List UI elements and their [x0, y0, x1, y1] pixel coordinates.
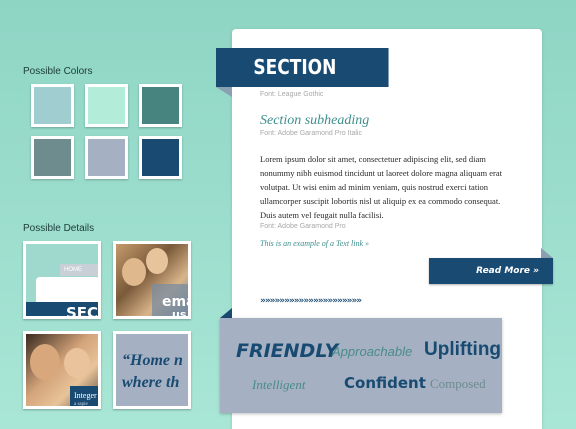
words-box-fold	[220, 308, 232, 318]
heading-font-note: Font: League Gothic	[260, 91, 324, 98]
home-tab: HOME	[60, 264, 98, 276]
heading-banner-fold	[216, 87, 232, 97]
detail-tile-mother-child-photo: Integer a sapie	[23, 331, 101, 409]
detail-tile-children-photo: emai us	[113, 241, 191, 319]
quote-line-1: “Home n	[122, 352, 183, 369]
child-face	[64, 348, 90, 378]
body-font-note: Font: Adobe Garamond Pro	[260, 223, 346, 230]
child-face-1	[122, 258, 146, 286]
section-subheading: Section subheading	[260, 113, 370, 128]
word-approachable: Approachable	[332, 344, 413, 359]
body-paragraph: Lorem ipsum dolor sit amet, consectetuer…	[260, 154, 502, 220]
detail-tile-web-layout: HOME SECT	[23, 241, 101, 319]
mother-face	[30, 344, 60, 380]
read-more-button[interactable]: Read More »	[429, 258, 553, 284]
word-confident: Confident	[344, 374, 426, 392]
color-swatch-mint	[85, 84, 128, 127]
tile-heading-strip: SECT	[26, 302, 98, 316]
word-uplifting: Uplifting	[424, 339, 502, 360]
subheading-font-note: Font: Adobe Garamond Pro Italic	[260, 130, 362, 137]
possible-details-title: Possible Details	[23, 223, 95, 234]
word-intelligent: Intelligent	[252, 377, 306, 392]
caption-line-2: a sapie	[74, 402, 88, 407]
word-friendly: FRIENDLY	[236, 340, 339, 362]
word-composed: Composed	[430, 376, 486, 391]
color-swatch-teal	[139, 84, 182, 127]
child-face-2	[146, 248, 168, 274]
overlay-text-us: us	[172, 308, 187, 319]
section-heading: SECTION HEADING	[216, 48, 389, 118]
chevron-divider: »»»»»»»»»»»»»»»»»»»»»	[260, 296, 362, 306]
possible-colors-title: Possible Colors	[23, 66, 93, 77]
example-text-link[interactable]: This is an example of a Text link »	[260, 239, 369, 248]
caption-line-1: Integer	[74, 391, 97, 400]
quote-line-2: where th	[122, 374, 180, 391]
brand-words-box: FRIENDLY Approachable Uplifting Intellig…	[220, 318, 502, 413]
read-more-fold	[541, 248, 553, 258]
color-swatch-navy	[139, 136, 182, 179]
detail-tile-quote: “Home n where th	[113, 331, 191, 409]
color-swatch-slate-teal	[31, 136, 74, 179]
color-swatch-light-blue	[31, 84, 74, 127]
color-swatch-gray-blue	[85, 136, 128, 179]
